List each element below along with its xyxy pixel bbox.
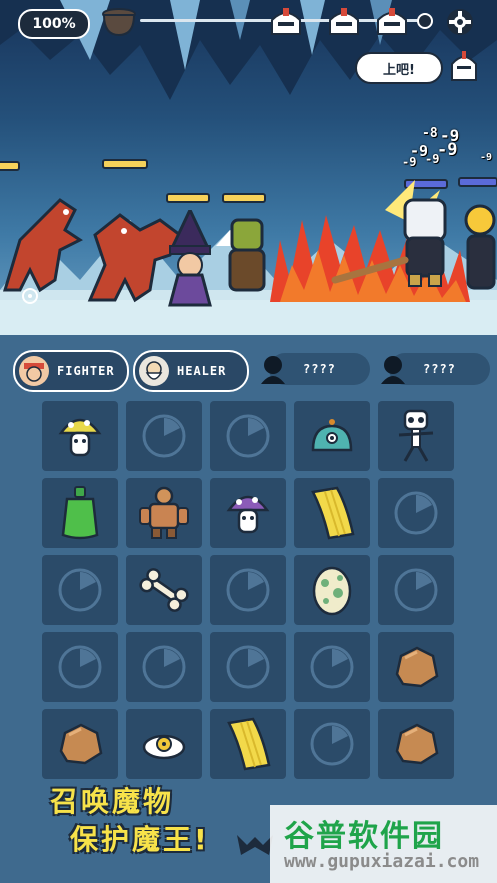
rock-icon [391, 644, 441, 690]
tab-label: FIGHTER [57, 364, 115, 378]
yellow-cloth-icon [307, 486, 357, 540]
knight-commander-icon[interactable] [448, 50, 480, 82]
timer-slot-icon [309, 644, 355, 690]
slogan-line-1: 召唤魔物 [50, 785, 175, 818]
tab-label: ???? [303, 362, 336, 376]
tab-label: HEALER [177, 364, 227, 378]
tab-label: ???? [423, 362, 456, 376]
gear-icon[interactable] [446, 8, 474, 36]
grid-cell[interactable] [126, 632, 202, 702]
grid-cell[interactable] [126, 709, 202, 779]
end-node-icon [417, 13, 433, 29]
rock-icon [391, 721, 441, 767]
cauldron-icon [102, 8, 136, 37]
grid-cell[interactable] [210, 555, 286, 625]
orc-goblin [228, 218, 266, 292]
timer-slot-icon [57, 644, 103, 690]
bone-icon [137, 568, 191, 612]
watermark-url: www.gupuxiazai.com [284, 851, 480, 872]
tab-locked[interactable]: ???? [255, 350, 370, 388]
grid-cell[interactable] [378, 632, 454, 702]
timer-slot-icon [141, 413, 187, 459]
timer-slot-icon [309, 721, 355, 767]
monster-grid [42, 401, 458, 781]
grid-cell[interactable] [126, 478, 202, 548]
grid-cell[interactable] [294, 401, 370, 471]
golem-icon [138, 486, 190, 540]
tab-healer[interactable]: HEALER [133, 350, 249, 392]
red-dragon-left [2, 198, 83, 293]
fighter-portrait-icon [19, 356, 49, 386]
grid-cell[interactable] [42, 478, 118, 548]
grid-cell[interactable] [126, 555, 202, 625]
grid-cell[interactable] [210, 401, 286, 471]
grid-cell[interactable] [42, 632, 118, 702]
silhouette-icon [381, 356, 405, 384]
timer-slot-icon [225, 644, 271, 690]
witch-healer [168, 210, 212, 307]
slogan-line-2: 保护魔王! [70, 823, 210, 856]
purple-mushroom-icon [225, 488, 271, 538]
target-reticle-icon[interactable] [16, 285, 44, 307]
knight-helmet-icon [329, 8, 359, 35]
rock-icon [55, 721, 105, 767]
grid-cell[interactable] [126, 401, 202, 471]
yellow-mushroom-icon [57, 411, 103, 461]
silhouette-icon [261, 356, 285, 384]
grid-cell[interactable] [42, 709, 118, 779]
speech-bubble: 上吧! [355, 52, 443, 84]
watermark-title: 谷普软件园 [284, 819, 444, 854]
ally-hp-bar [222, 193, 266, 203]
grid-cell[interactable] [210, 478, 286, 548]
grid-cell[interactable] [294, 555, 370, 625]
knight-helmet-icon [377, 8, 407, 35]
green-potion-icon [57, 485, 103, 541]
spotted-egg-icon [310, 563, 354, 617]
watermark: 谷普软件园 www.gupuxiazai.com [270, 805, 497, 883]
skeleton-icon [393, 409, 439, 463]
ally-hp-bar [166, 193, 210, 203]
grid-cell[interactable] [294, 709, 370, 779]
grid-cell[interactable] [294, 632, 370, 702]
fried-egg-icon [141, 727, 187, 761]
snow-strip [0, 300, 497, 335]
tab-fighter[interactable]: FIGHTER [13, 350, 129, 392]
slime-eye-icon [309, 416, 355, 456]
battle-scene: -8 -9 -9 -9 -9 -9 -9 [0, 0, 497, 335]
timer-slot-icon [141, 644, 187, 690]
grid-cell[interactable] [378, 709, 454, 779]
bat-icon [237, 835, 273, 855]
damage-number: -9 [480, 152, 493, 163]
timer-slot-icon [393, 490, 439, 536]
damage-number: -9 [402, 155, 417, 169]
wooden-club [331, 256, 409, 284]
knight-helmet-icon [271, 8, 301, 35]
timer-slot-icon [393, 567, 439, 613]
grid-cell[interactable] [378, 555, 454, 625]
enemy-soldier [464, 204, 496, 290]
grid-cell[interactable] [294, 478, 370, 548]
timer-slot-icon [225, 567, 271, 613]
yellow-cloth-icon [223, 717, 273, 771]
grid-cell[interactable] [210, 709, 286, 779]
ally-hp-bar [0, 161, 20, 171]
timer-slot-icon [225, 413, 271, 459]
healer-portrait-icon [139, 356, 169, 386]
grid-cell[interactable] [42, 555, 118, 625]
ally-hp-bar [102, 159, 148, 169]
damage-number: -9 [425, 152, 440, 166]
health-percent-badge: 100% [18, 9, 90, 39]
grid-cell[interactable] [210, 632, 286, 702]
damage-number: -9 [437, 140, 458, 160]
tab-locked[interactable]: ???? [375, 350, 490, 388]
timer-slot-icon [57, 567, 103, 613]
grid-cell[interactable] [42, 401, 118, 471]
grid-cell[interactable] [378, 401, 454, 471]
grid-cell[interactable] [378, 478, 454, 548]
damage-number: -8 [422, 126, 438, 141]
